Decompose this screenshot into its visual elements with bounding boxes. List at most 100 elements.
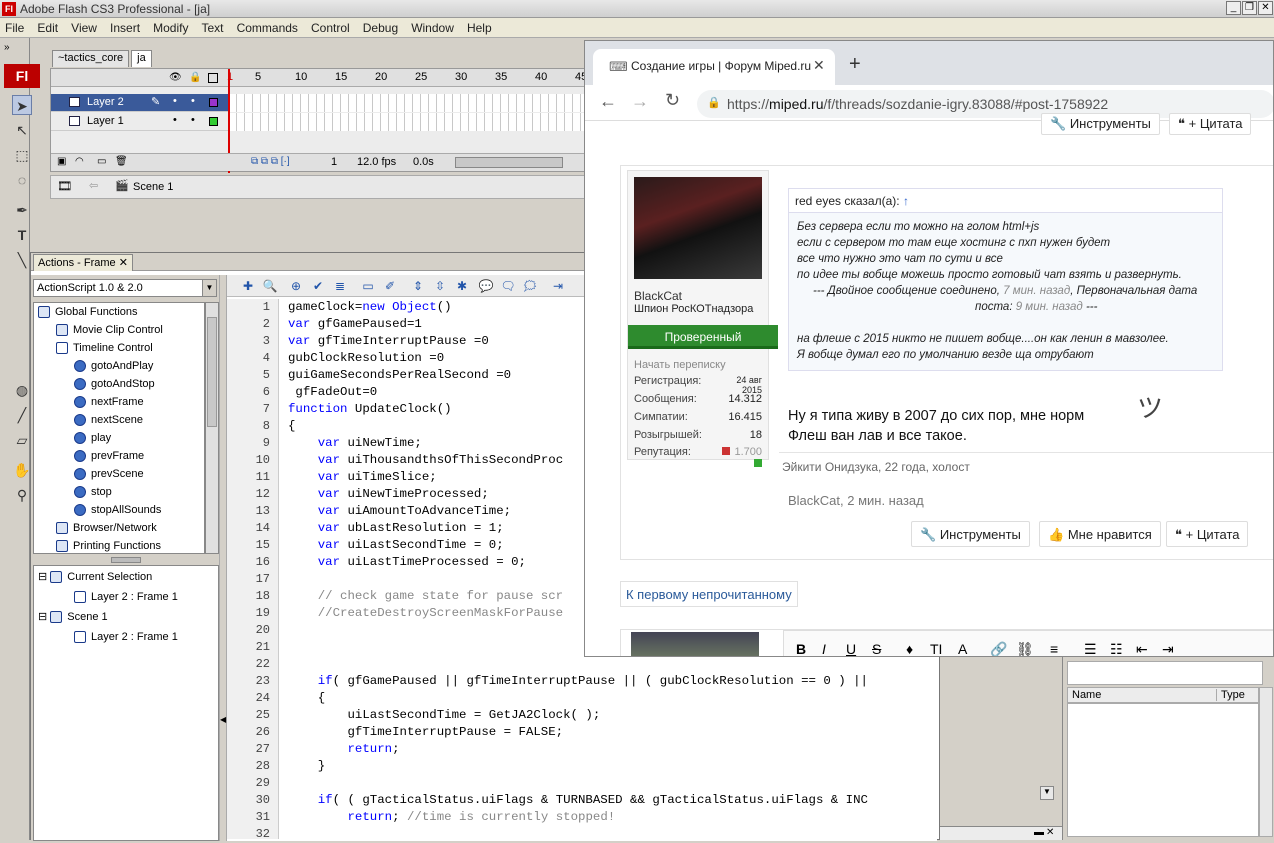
code-line[interactable]: return; //time is currently stopped! [288, 809, 616, 826]
minimize-panel-icon[interactable]: ▬ [1034, 827, 1044, 838]
code-line[interactable]: if( ( gTacticalStatus.uiFlags & TURNBASE… [288, 792, 868, 809]
panel-divider[interactable]: ◀ [219, 275, 227, 841]
lock-dot[interactable]: • [191, 114, 195, 126]
layer-row-layer-2[interactable]: Layer 2 ✎ • • [51, 94, 586, 112]
close-button[interactable]: ✕ [1258, 1, 1273, 15]
menu-commands[interactable]: Commands [232, 18, 303, 35]
code-line[interactable]: var uiNewTime; [288, 435, 422, 452]
apply-line-comment-icon[interactable]: 🗨 [499, 278, 517, 294]
add-motion-guide-icon[interactable]: ◠ [75, 156, 84, 167]
code-line[interactable]: var uiThousandthsOfThisSecondProc [288, 452, 563, 469]
code-line[interactable]: gfFadeOut=0 [288, 384, 377, 401]
layer-color-swatch[interactable] [209, 98, 218, 107]
actions-tree-item[interactable]: stop [74, 483, 112, 501]
like-button[interactable]: 👍 Мне нравится [1039, 521, 1161, 547]
auto-format-icon[interactable]: ≣ [331, 278, 349, 294]
expand-toggle-icon[interactable]: ⊟ [38, 571, 50, 583]
actions-tree-item[interactable]: nextFrame [74, 393, 144, 411]
actions-tree-item[interactable]: Global Functions [38, 303, 138, 321]
menu-file[interactable]: File [0, 18, 29, 35]
quote-jump-icon[interactable]: ↑ [903, 194, 909, 208]
code-line[interactable]: var uiLastSecondTime = 0; [288, 537, 504, 554]
close-tab-icon[interactable]: ✕ [813, 57, 825, 74]
show-hide-toolbox-icon[interactable]: ⇥ [549, 278, 567, 294]
menu-control[interactable]: Control [306, 18, 355, 35]
collapse-icon[interactable]: » [4, 42, 10, 53]
first-unread-link[interactable]: К первому непрочитанному [620, 581, 798, 607]
actions-tree-item[interactable]: prevFrame [74, 447, 144, 465]
close-tab-icon[interactable]: ✕ [119, 257, 128, 269]
link-icon[interactable]: 🔗 [990, 641, 1007, 656]
code-line[interactable]: var ubLastResolution = 1; [288, 520, 504, 537]
close-panel-icon[interactable]: ✕ [1046, 827, 1054, 838]
indent-icon[interactable]: ⇥ [1162, 641, 1174, 656]
code-line[interactable]: { [288, 418, 295, 435]
code-line[interactable]: guiGameSecondsPerRealSecond =0 [288, 367, 511, 384]
library-scrollbar[interactable] [1259, 687, 1273, 837]
code-line[interactable]: return; [288, 741, 400, 758]
lock-icon[interactable]: 🔒 [189, 72, 201, 83]
text-tool-icon[interactable]: T [12, 225, 32, 245]
menu-text[interactable]: Text [197, 18, 229, 35]
code-line[interactable]: { [288, 690, 325, 707]
eraser-icon[interactable]: ▱ [12, 430, 32, 450]
layer-color-swatch[interactable] [209, 117, 218, 126]
back-icon[interactable]: ← [599, 91, 617, 112]
code-line[interactable]: var gfGamePaused=1 [288, 316, 422, 333]
minimize-button[interactable]: _ [1226, 1, 1241, 15]
actions-tree-item[interactable]: Printing Functions [56, 537, 161, 553]
chevron-down-icon[interactable]: ▼ [202, 280, 216, 296]
onion-skin-icon[interactable]: ⧉ ⧉ ⧉ [·] [251, 156, 290, 167]
outdent-icon[interactable]: ⇤ [1136, 641, 1148, 656]
doc-tab-ja[interactable]: ja [131, 50, 152, 67]
code-line[interactable]: var uiAmountToAdvanceTime; [288, 503, 511, 520]
actions-tree-item[interactable]: play [74, 429, 111, 447]
visible-dot[interactable]: • [173, 114, 177, 126]
library-list[interactable] [1067, 703, 1259, 837]
actions-tree-item[interactable]: prevScene [74, 465, 144, 483]
column-name[interactable]: Name [1072, 689, 1101, 701]
actions-frame-tab[interactable]: Actions - Frame ✕ [33, 254, 133, 271]
script-nav-item[interactable]: ⊟ Scene 1 [38, 608, 108, 626]
forward-icon[interactable]: → [631, 91, 649, 112]
code-line[interactable]: var uiTimeSlice; [288, 469, 437, 486]
code-line[interactable]: //CreateDestroyScreenMaskForPause [288, 605, 563, 622]
menu-window[interactable]: Window [406, 18, 459, 35]
code-line[interactable]: gameClock=new Object() [288, 299, 452, 316]
start-conversation-link[interactable]: Начать переписку [634, 359, 726, 371]
expand-toggle-icon[interactable]: ⊟ [38, 611, 50, 623]
timeline-toggle-icon[interactable]: 🎞 [57, 179, 72, 193]
avatar[interactable] [634, 177, 762, 279]
username[interactable]: BlackCat [634, 289, 682, 303]
actions-tree-item[interactable]: stopAllSounds [74, 501, 161, 519]
bullet-list-icon[interactable]: ☰ [1084, 641, 1097, 656]
restore-button[interactable]: ❐ [1242, 1, 1257, 15]
collapse-selection-icon[interactable]: ⇳ [431, 278, 449, 294]
reputation-plus-icon[interactable] [754, 459, 762, 467]
actions-tree-item[interactable]: nextScene [74, 411, 143, 429]
lock-dot[interactable]: • [191, 95, 195, 107]
code-line[interactable]: if( gfGamePaused || gfTimeInterruptPause… [288, 673, 868, 690]
menu-debug[interactable]: Debug [358, 18, 403, 35]
code-line[interactable]: var uiLastTimeProcessed = 0; [288, 554, 526, 571]
subselection-tool-icon[interactable]: ↖ [12, 120, 32, 140]
column-type[interactable]: Type [1216, 689, 1245, 701]
doc-tab-tactics-core[interactable]: ~tactics_core [52, 50, 130, 67]
timeline-hscroll[interactable] [455, 157, 563, 168]
script-nav-item[interactable]: Layer 2 : Frame 1 [74, 588, 178, 606]
align-icon[interactable]: ≡ [1050, 641, 1058, 656]
actions-tree-item[interactable]: gotoAndPlay [74, 357, 153, 375]
scene-name[interactable]: Scene 1 [133, 181, 173, 193]
menu-modify[interactable]: Modify [148, 18, 193, 35]
script-nav-item[interactable]: Layer 2 : Frame 1 [74, 628, 178, 646]
remove-comment-icon[interactable]: 🗯 [521, 278, 539, 294]
actions-tree-item[interactable]: gotoAndStop [74, 375, 155, 393]
back-arrow-icon[interactable]: ⇦ [89, 179, 98, 192]
actionscript-version-select[interactable]: ActionScript 1.0 & 2.0 ▼ [33, 279, 217, 297]
expand-all-icon[interactable]: ✱ [453, 278, 471, 294]
code-line[interactable]: uiLastSecondTime = GetJA2Clock( ); [288, 707, 600, 724]
font-size-icon[interactable]: TI [930, 641, 942, 656]
script-nav-item[interactable]: ⊟ Current Selection [38, 568, 152, 586]
tools-button[interactable]: 🔧 Инструменты [911, 521, 1030, 547]
line-tool-icon[interactable]: ╲ [12, 250, 32, 270]
